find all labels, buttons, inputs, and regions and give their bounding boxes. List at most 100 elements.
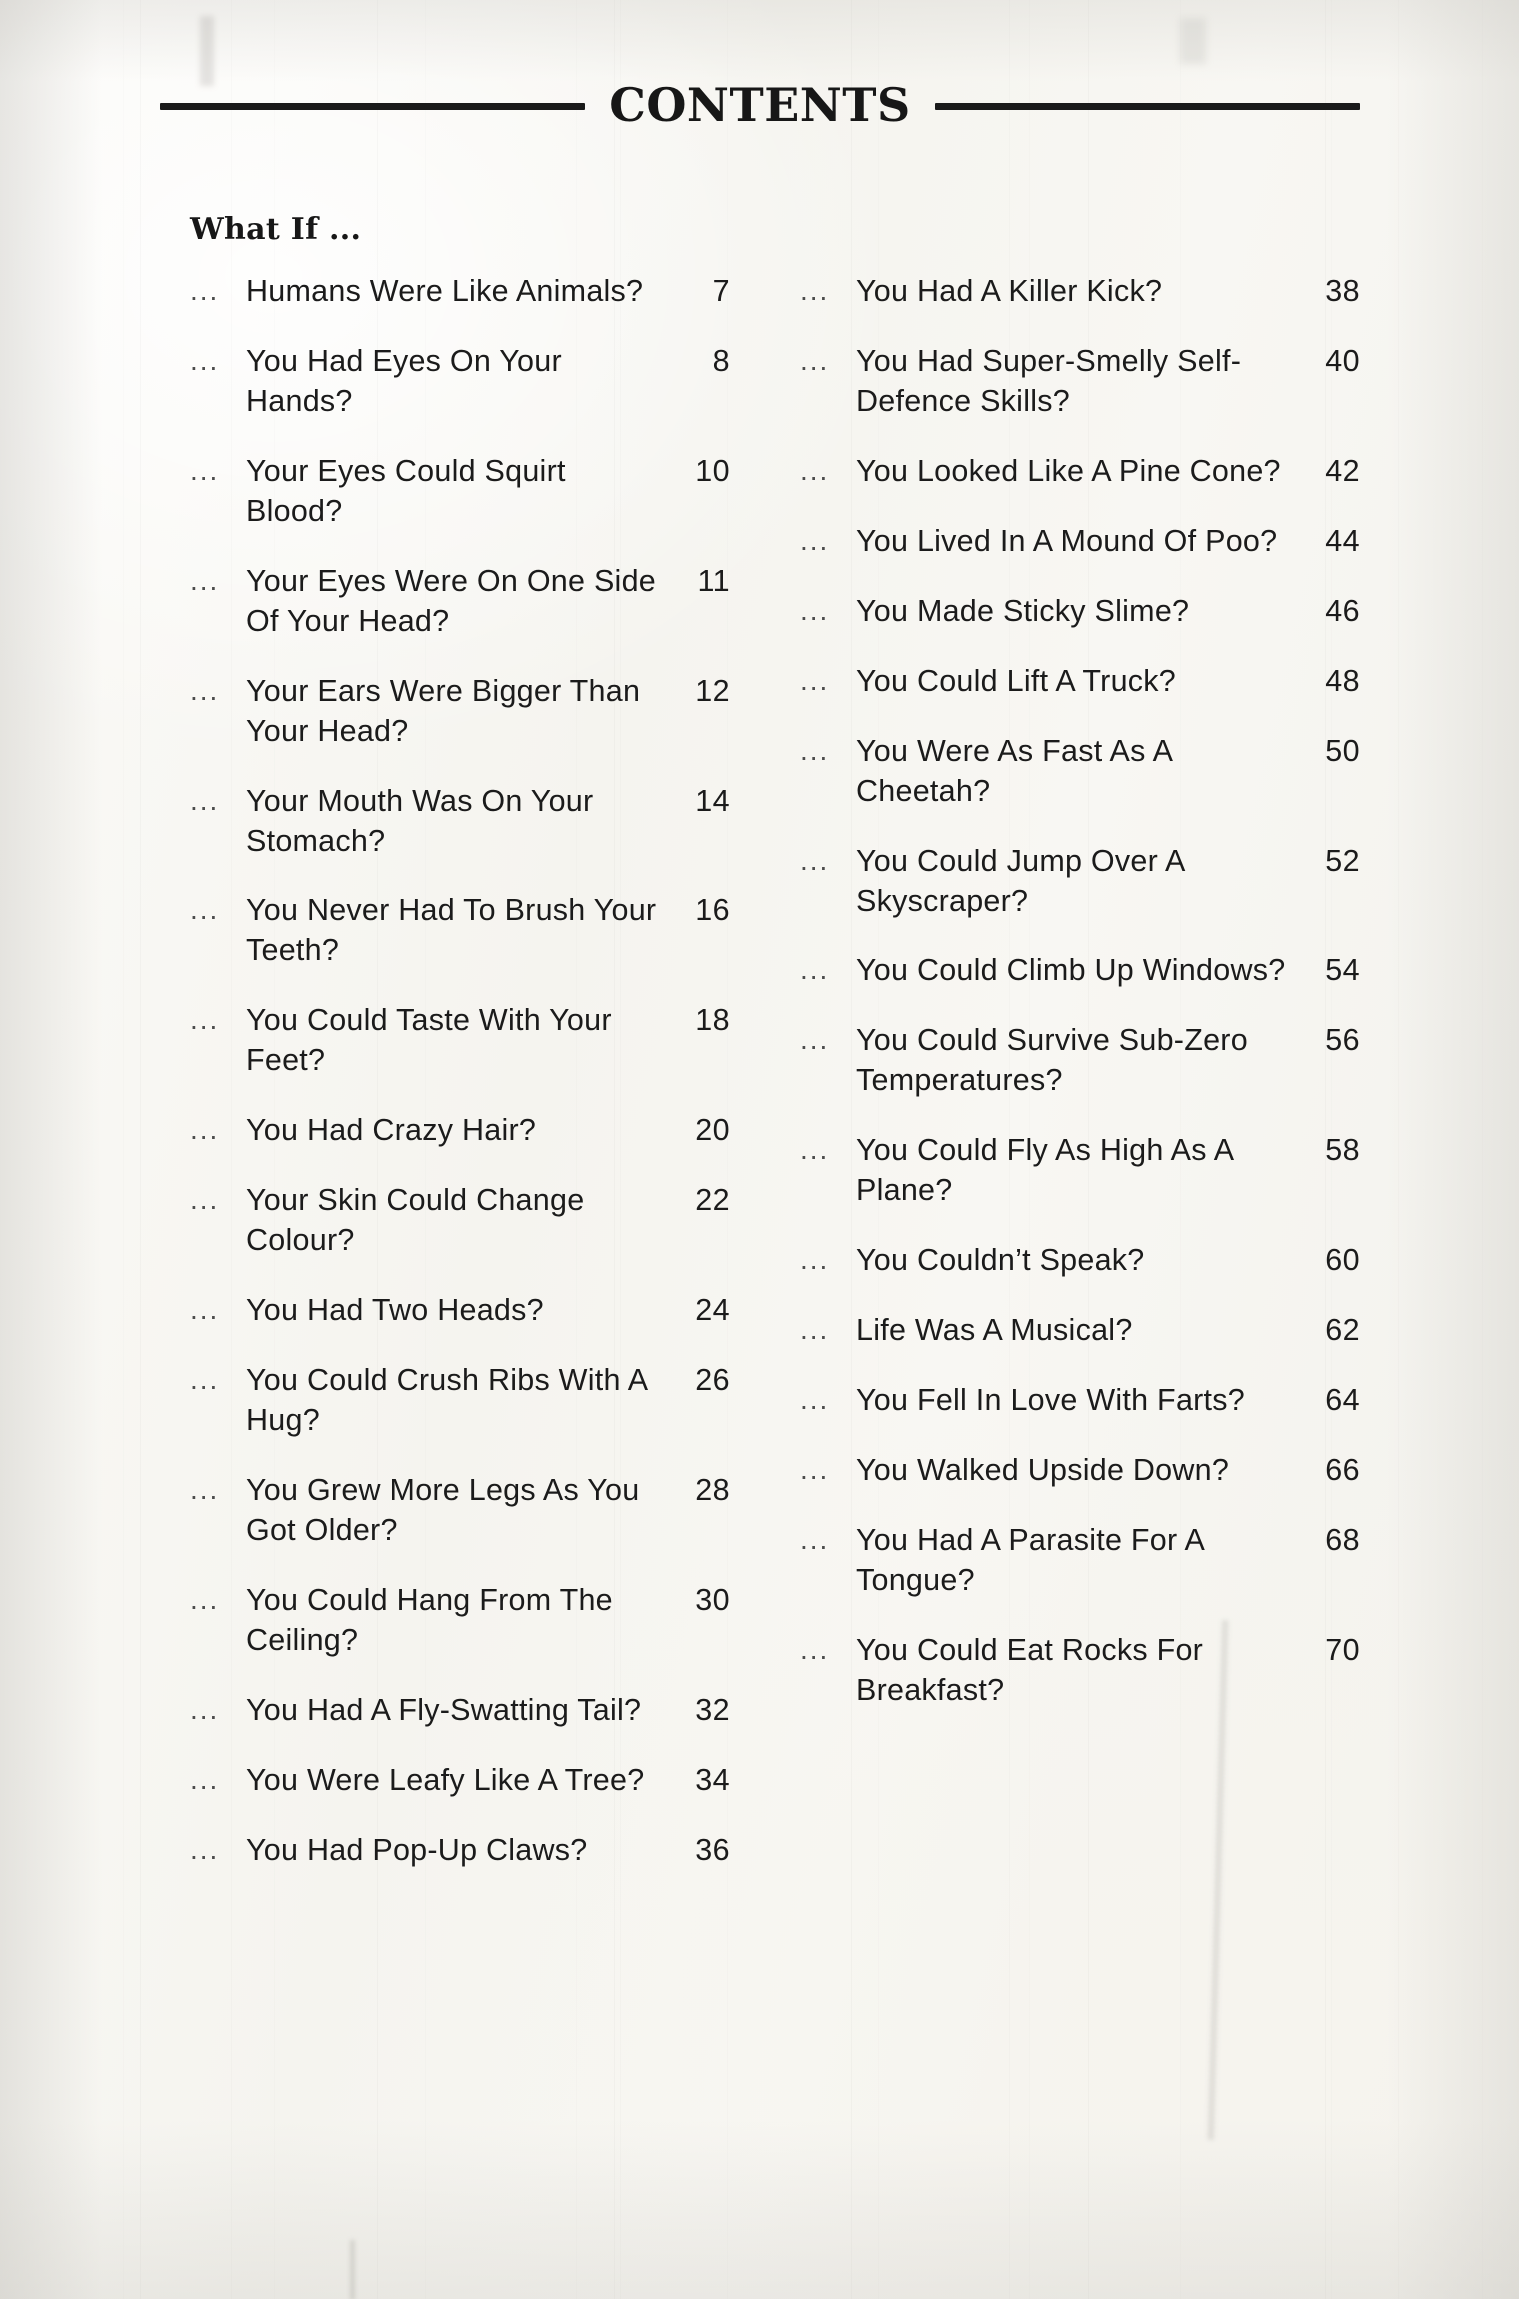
contents-page: CONTENTS What If ... ... Humans Were Like… — [0, 0, 1519, 2299]
contents-entry[interactable]: ... You Couldn’t Speak? 60 — [800, 1241, 1360, 1281]
contents-entry[interactable]: ... Your Mouth Was On Your Stomach? 14 — [190, 782, 730, 862]
contents-entry-title[interactable]: You Couldn’t Speak? — [856, 1241, 1298, 1281]
ellipsis-icon: ... — [800, 1134, 830, 1166]
ellipsis-icon: ... — [190, 1474, 220, 1506]
contents-entry-page-number: 42 — [1325, 453, 1360, 488]
contents-entry-title[interactable]: You Were Leafy Like A Tree? — [246, 1761, 668, 1801]
contents-entry[interactable]: ... You Could Crush Ribs With A Hug? 26 — [190, 1361, 730, 1441]
contents-entry-title[interactable]: You Grew More Legs As You Got Older? — [246, 1471, 668, 1551]
contents-entry-title[interactable]: Your Skin Could Change Colour? — [246, 1181, 668, 1261]
contents-entry-title[interactable]: You Had Crazy Hair? — [246, 1111, 668, 1151]
contents-entry-title[interactable]: You Never Had To Brush Your Teeth? — [246, 891, 668, 971]
contents-entry[interactable]: ... You Could Jump Over A Skyscraper? 52 — [800, 842, 1360, 922]
contents-entry[interactable]: ... You Could Fly As High As A Plane? 58 — [800, 1131, 1360, 1211]
contents-entry-page-number: 60 — [1325, 1243, 1360, 1278]
contents-entry[interactable]: ... You Were As Fast As A Cheetah? 50 — [800, 732, 1360, 812]
contents-entry-title[interactable]: You Could Jump Over A Skyscraper? — [856, 842, 1298, 922]
ellipsis-icon: ... — [800, 844, 830, 876]
contents-entry-title[interactable]: You Could Eat Rocks For Breakfast? — [856, 1631, 1298, 1711]
contents-entry[interactable]: ... You Had A Killer Kick? 38 — [800, 272, 1360, 312]
contents-entry-title[interactable]: You Had Pop-Up Claws? — [246, 1831, 668, 1871]
contents-entry-title[interactable]: Your Mouth Was On Your Stomach? — [246, 782, 668, 862]
contents-entry[interactable]: ... You Could Climb Up Windows? 54 — [800, 951, 1360, 991]
ellipsis-icon: ... — [800, 1384, 830, 1416]
contents-entry[interactable]: ... You Walked Upside Down? 66 — [800, 1451, 1360, 1491]
contents-entry[interactable]: ... Your Skin Could Change Colour? 22 — [190, 1181, 730, 1261]
contents-entry-title[interactable]: You Could Hang From The Ceiling? — [246, 1581, 668, 1661]
contents-entry-page-number: 66 — [1325, 1453, 1360, 1488]
contents-entry-title[interactable]: You Had A Parasite For A Tongue? — [856, 1521, 1298, 1601]
ellipsis-icon: ... — [800, 1454, 830, 1486]
contents-entry[interactable]: ... You Had Crazy Hair? 20 — [190, 1111, 730, 1151]
contents-entry-title[interactable]: Humans Were Like Animals? — [246, 272, 668, 312]
contents-entry-title[interactable]: You Could Fly As High As A Plane? — [856, 1131, 1298, 1211]
contents-entry[interactable]: ... You Had Eyes On Your Hands? 8 — [190, 342, 730, 422]
contents-entry-title[interactable]: You Made Sticky Slime? — [856, 592, 1298, 632]
contents-entry[interactable]: ... You Had Super-Smelly Self-Defence Ski… — [800, 342, 1360, 422]
contents-entry-page-number: 36 — [695, 1832, 730, 1867]
ellipsis-icon: ... — [800, 1633, 830, 1665]
contents-entry-title[interactable]: You Had Eyes On Your Hands? — [246, 342, 668, 422]
ellipsis-icon: ... — [190, 344, 220, 376]
contents-entry[interactable]: ... You Could Survive Sub-Zero Temperatur… — [800, 1021, 1360, 1101]
contents-entry-page-number: 52 — [1325, 843, 1360, 878]
contents-entry-page-number: 18 — [695, 1003, 730, 1038]
contents-entry-page-number: 24 — [695, 1293, 730, 1328]
contents-entry[interactable]: ... You Made Sticky Slime? 46 — [800, 592, 1360, 632]
ellipsis-icon: ... — [190, 1833, 220, 1865]
contents-entry-title[interactable]: You Could Lift A Truck? — [856, 662, 1298, 702]
contents-entry[interactable]: ... You Could Lift A Truck? 48 — [800, 662, 1360, 702]
contents-entry-title[interactable]: You Looked Like A Pine Cone? — [856, 452, 1298, 492]
contents-entry-page-number: 11 — [697, 563, 730, 598]
contents-entry[interactable]: ... You Grew More Legs As You Got Older? 2… — [190, 1471, 730, 1551]
contents-entry[interactable]: ... You Had A Parasite For A Tongue? 68 — [800, 1521, 1360, 1601]
ellipsis-icon: ... — [190, 1763, 220, 1795]
ellipsis-icon: ... — [190, 1004, 220, 1036]
contents-entry[interactable]: ... You Had Pop-Up Claws? 36 — [190, 1831, 730, 1871]
contents-entry[interactable]: ... You Could Eat Rocks For Breakfast? 70 — [800, 1631, 1360, 1711]
contents-entry[interactable]: ... Your Ears Were Bigger Than Your Head?… — [190, 672, 730, 752]
contents-entry-title[interactable]: You Were As Fast As A Cheetah? — [856, 732, 1298, 812]
contents-entry-page-number: 44 — [1325, 523, 1360, 558]
contents-entry-title[interactable]: You Had A Killer Kick? — [856, 272, 1298, 312]
contents-entry-title[interactable]: Your Eyes Were On One Side Of Your Head? — [246, 562, 668, 642]
contents-entry-title[interactable]: You Had A Fly-Swatting Tail? — [246, 1691, 668, 1731]
contents-entry[interactable]: ... You Could Taste With Your Feet? 18 — [190, 1001, 730, 1081]
contents-entry-title[interactable]: You Could Taste With Your Feet? — [246, 1001, 668, 1081]
contents-entry-title[interactable]: Your Ears Were Bigger Than Your Head? — [246, 672, 668, 752]
contents-entry-page-number: 56 — [1325, 1023, 1360, 1058]
ellipsis-icon: ... — [800, 454, 830, 486]
contents-entry-title[interactable]: You Walked Upside Down? — [856, 1451, 1298, 1491]
contents-entry-title[interactable]: Your Eyes Could Squirt Blood? — [246, 452, 668, 532]
contents-entry[interactable]: ... Life Was A Musical? 62 — [800, 1311, 1360, 1351]
contents-entry[interactable]: ... You Lived In A Mound Of Poo? 44 — [800, 522, 1360, 562]
contents-entry-page-number: 12 — [695, 673, 730, 708]
contents-entry[interactable]: ... You Looked Like A Pine Cone? 42 — [800, 452, 1360, 492]
contents-entry-title[interactable]: You Could Survive Sub-Zero Temperatures? — [856, 1021, 1298, 1101]
ellipsis-icon: ... — [190, 1184, 220, 1216]
contents-entry-page-number: 26 — [695, 1363, 730, 1398]
contents-entry[interactable]: ... You Had Two Heads? 24 — [190, 1291, 730, 1331]
contents-entry-title[interactable]: You Had Super-Smelly Self-Defence Skills… — [856, 342, 1298, 422]
contents-entry-title[interactable]: You Lived In A Mound Of Poo? — [856, 522, 1298, 562]
contents-entry-title[interactable]: You Had Two Heads? — [246, 1291, 668, 1331]
contents-entry-title[interactable]: You Could Crush Ribs With A Hug? — [246, 1361, 668, 1441]
contents-entry[interactable]: ... You Had A Fly-Swatting Tail? 32 — [190, 1691, 730, 1731]
contents-entry-page-number: 58 — [1325, 1133, 1360, 1168]
contents-entry-title[interactable]: You Fell In Love With Farts? — [856, 1381, 1298, 1421]
contents-entry[interactable]: ... Your Eyes Could Squirt Blood? 10 — [190, 452, 730, 532]
contents-entry-page-number: 54 — [1325, 953, 1360, 988]
contents-entry[interactable]: ... You Never Had To Brush Your Teeth? 16 — [190, 891, 730, 971]
contents-entry[interactable]: ... Humans Were Like Animals? 7 — [190, 272, 730, 312]
ellipsis-icon: ... — [800, 664, 830, 696]
contents-entry[interactable]: ... You Fell In Love With Farts? 64 — [800, 1381, 1360, 1421]
contents-entry[interactable]: ... Your Eyes Were On One Side Of Your He… — [190, 562, 730, 642]
contents-entry[interactable]: ... You Were Leafy Like A Tree? 34 — [190, 1761, 730, 1801]
contents-entry-title[interactable]: Life Was A Musical? — [856, 1311, 1298, 1351]
header-rule-right — [934, 103, 1360, 110]
ellipsis-icon: ... — [190, 674, 220, 706]
contents-header: CONTENTS — [160, 82, 1360, 128]
contents-entry[interactable]: ... You Could Hang From The Ceiling? 30 — [190, 1581, 730, 1661]
contents-entry-page-number: 64 — [1325, 1383, 1360, 1418]
contents-entry-title[interactable]: You Could Climb Up Windows? — [856, 951, 1298, 991]
